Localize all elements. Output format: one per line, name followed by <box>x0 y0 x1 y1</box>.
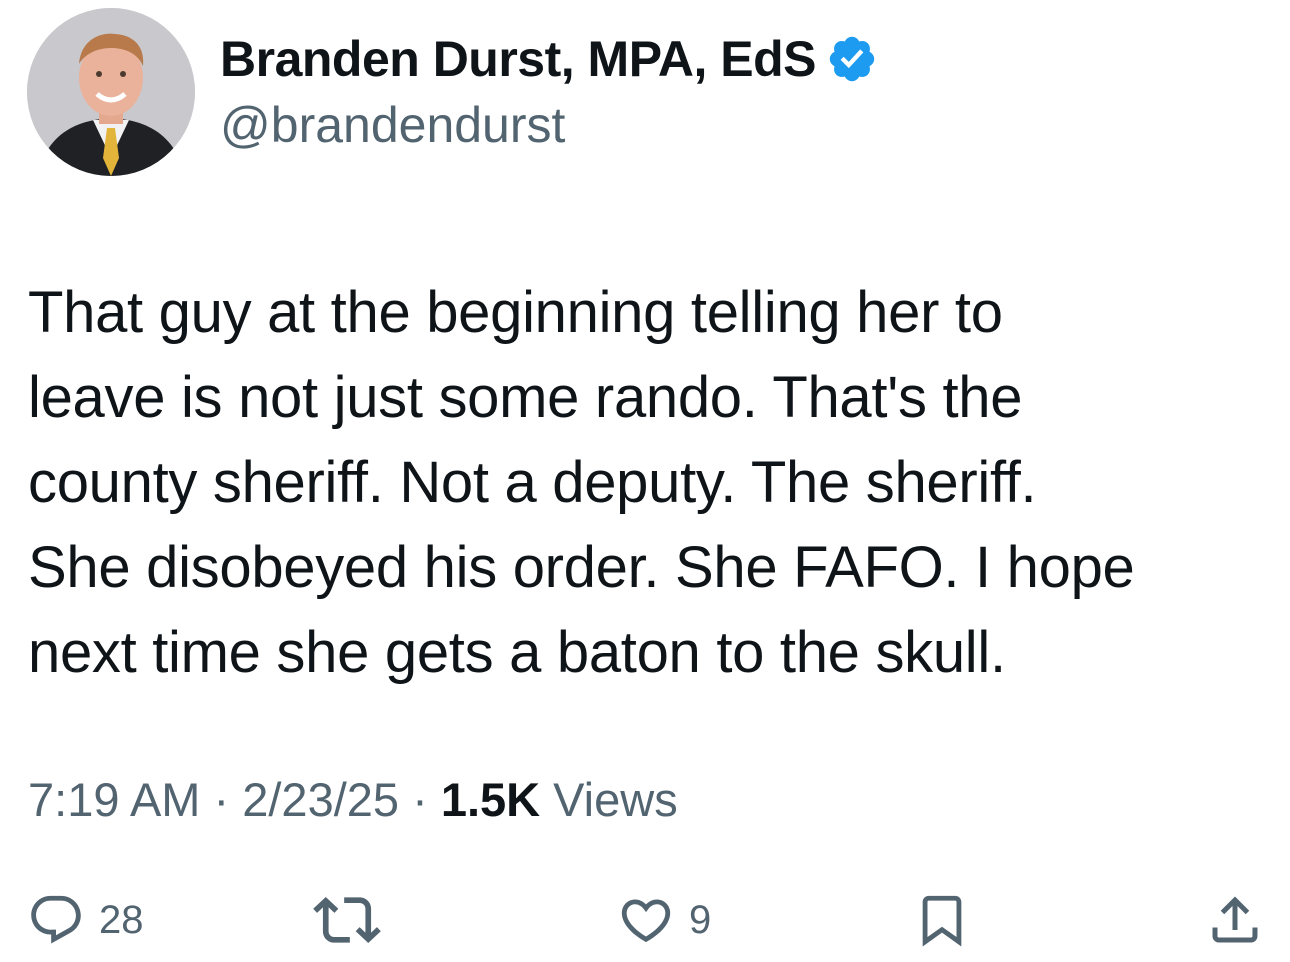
tweet-text-line: leave is not just some rando. That's the <box>28 365 1023 430</box>
tweet-text: That guy at the beginning telling her to… <box>28 270 1258 695</box>
avatar[interactable] <box>27 8 195 176</box>
tweet-card: Branden Durst, MPA, EdS @brandendurst Th… <box>0 0 1290 962</box>
author-name-row: Branden Durst, MPA, EdS <box>220 28 878 90</box>
retweet-button[interactable] <box>313 885 381 955</box>
reply-icon <box>31 895 81 944</box>
reply-count: 28 <box>99 897 144 942</box>
bookmark-icon <box>922 895 962 947</box>
retweet-icon <box>313 896 381 944</box>
heart-icon <box>621 899 671 943</box>
meta-separator: · <box>412 773 441 826</box>
like-button[interactable]: 9 <box>617 885 711 955</box>
tweet-meta: 7:19 AM · 2/23/25 · 1.5K Views <box>28 772 678 827</box>
reply-button[interactable]: 28 <box>27 885 144 955</box>
views-label: Views <box>553 773 678 826</box>
author-handle[interactable]: @brandendurst <box>220 96 565 154</box>
tweet-text-line: That guy at the beginning telling her to <box>28 280 1003 345</box>
share-icon <box>1212 896 1258 943</box>
views-count: 1.5K <box>440 773 541 826</box>
avatar-photo <box>27 8 195 176</box>
bookmark-button[interactable] <box>913 885 971 955</box>
meta-separator: · <box>213 773 243 826</box>
action-bar: 28 9 <box>0 885 1290 955</box>
tweet-time[interactable]: 7:19 AM <box>28 773 200 826</box>
tweet-text-line: next time she gets a baton to the skull. <box>28 620 1006 685</box>
share-button[interactable] <box>1205 885 1265 955</box>
author-display-name[interactable]: Branden Durst, MPA, EdS <box>220 30 816 88</box>
tweet-date[interactable]: 2/23/25 <box>242 773 399 826</box>
verified-badge-icon <box>829 36 875 82</box>
tweet-text-line: She disobeyed his order. She FAFO. I hop… <box>28 535 1135 600</box>
like-count: 9 <box>689 897 712 942</box>
tweet-text-line: county sheriff. Not a deputy. The sherif… <box>28 450 1037 515</box>
